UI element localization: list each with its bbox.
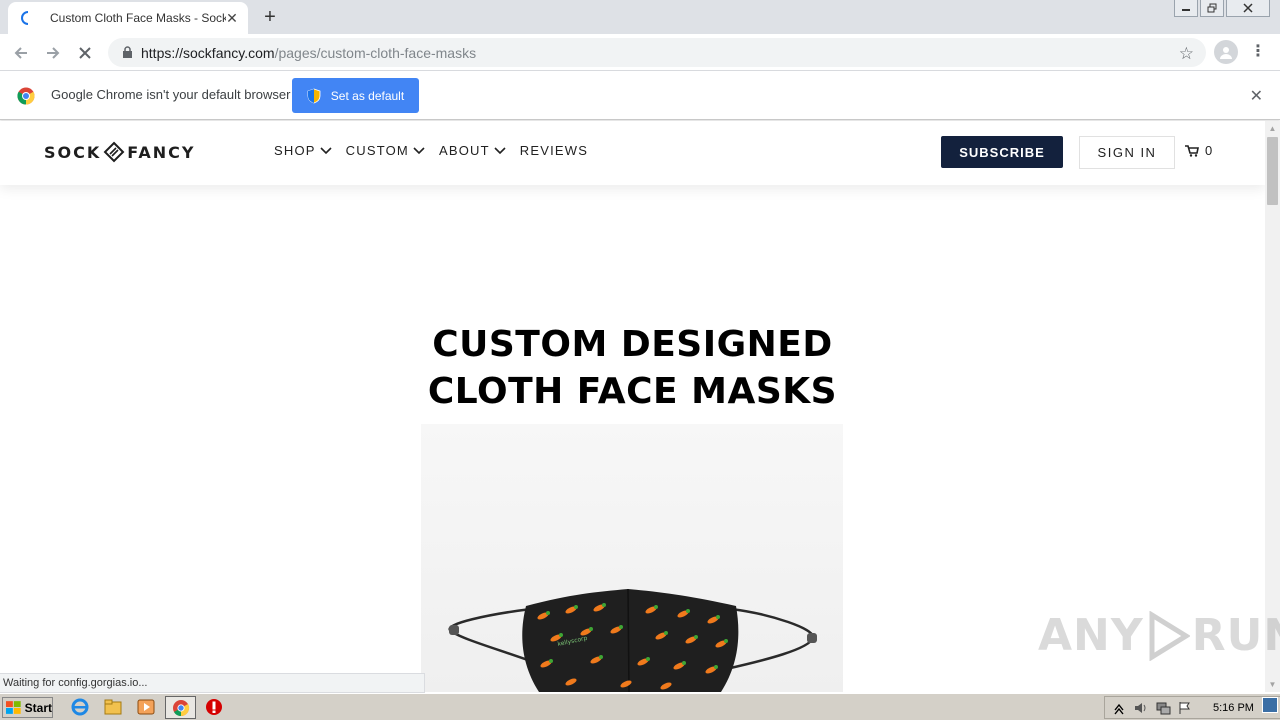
- tab-title: Custom Cloth Face Masks - Sock Fancy: [50, 11, 226, 25]
- shield-icon: [307, 88, 321, 103]
- page-viewport: SOCK FANCY SHOP CUSTOM ABOUT REVIEWS SUB…: [0, 121, 1265, 692]
- infobar-message: Google Chrome isn't your default browser: [51, 87, 291, 102]
- page-title-line2: CLOTH FACE MASKS: [427, 371, 838, 412]
- url-path: /pages/custom-cloth-face-masks: [274, 44, 477, 61]
- face-mask-product-image: kellyscorp: [421, 424, 843, 692]
- window-controls: [1174, 0, 1270, 18]
- status-bubble: Waiting for config.gorgias.io...: [0, 673, 425, 693]
- main-nav: SHOP CUSTOM ABOUT REVIEWS: [274, 143, 588, 158]
- play-logo-icon: [1149, 610, 1190, 661]
- subscribe-button[interactable]: SUBSCRIBE: [941, 136, 1063, 168]
- watermark-text-left: ANY: [1038, 610, 1144, 661]
- restore-button[interactable]: [1200, 0, 1224, 17]
- chrome-logo-icon: [17, 87, 35, 105]
- nav-custom-label: CUSTOM: [345, 143, 409, 158]
- page-scrollbar[interactable]: ▲ ▼: [1265, 121, 1280, 692]
- minimize-button[interactable]: [1174, 0, 1198, 17]
- system-tray: 5:16 PM: [1104, 696, 1280, 719]
- show-hidden-icons-icon[interactable]: [1111, 701, 1127, 715]
- url-text: https://sockfancy.com/pages/custom-cloth…: [141, 45, 476, 61]
- show-desktop-button[interactable]: [1262, 697, 1278, 713]
- default-browser-infobar: Google Chrome isn't your default browser…: [0, 71, 1280, 120]
- cart-icon: [1185, 144, 1199, 157]
- page-title: CUSTOM DESIGNED CLOTH FACE MASKS: [0, 321, 1265, 415]
- taskbar-clock[interactable]: 5:16 PM: [1213, 702, 1254, 714]
- sock-fancy-logo[interactable]: SOCK FANCY: [44, 141, 195, 163]
- profile-avatar-icon[interactable]: [1214, 40, 1238, 64]
- windows-taskbar: Start 5:16 PM: [0, 693, 1280, 720]
- cart-count: 0: [1205, 143, 1213, 158]
- start-label: Start: [24, 700, 52, 715]
- media-player-icon[interactable]: [137, 698, 155, 716]
- page-title-line1: CUSTOM DESIGNED: [432, 324, 833, 365]
- address-bar[interactable]: https://sockfancy.com/pages/custom-cloth…: [108, 38, 1206, 67]
- lock-icon[interactable]: [120, 46, 134, 60]
- action-center-flag-icon[interactable]: [1177, 701, 1193, 715]
- stop-sign-icon[interactable]: [205, 698, 223, 716]
- tab-close-icon[interactable]: ✕: [224, 10, 240, 26]
- chevron-down-icon: [413, 146, 425, 154]
- windows-flag-icon: [6, 700, 21, 714]
- nav-shop-label: SHOP: [274, 143, 316, 158]
- volume-icon[interactable]: [1133, 701, 1149, 715]
- scroll-up-arrow-icon[interactable]: ▲: [1265, 121, 1280, 136]
- bookmark-star-icon[interactable]: ☆: [1179, 44, 1194, 64]
- browser-toolbar: https://sockfancy.com/pages/custom-cloth…: [0, 34, 1280, 71]
- cart-link[interactable]: 0: [1185, 143, 1212, 158]
- chrome-taskbar-button[interactable]: [165, 696, 196, 719]
- chrome-icon: [173, 700, 190, 717]
- network-icon[interactable]: [1155, 701, 1171, 715]
- nav-reviews-label: REVIEWS: [519, 143, 589, 158]
- nav-about[interactable]: ABOUT: [439, 143, 506, 158]
- menu-kebab-icon[interactable]: ⋮: [1250, 42, 1266, 64]
- internet-explorer-icon[interactable]: [71, 698, 89, 716]
- chevron-down-icon: [320, 146, 332, 154]
- nav-custom[interactable]: CUSTOM: [346, 143, 425, 158]
- tab-strip: Custom Cloth Face Masks - Sock Fancy ✕ +: [0, 0, 1280, 34]
- file-explorer-icon[interactable]: [104, 698, 122, 716]
- set-as-default-label: Set as default: [330, 88, 405, 103]
- loading-spinner-icon: [20, 10, 36, 26]
- close-window-button[interactable]: [1226, 0, 1270, 17]
- sign-in-button[interactable]: SIGN IN: [1079, 136, 1175, 169]
- set-as-default-button[interactable]: Set as default: [292, 78, 419, 113]
- logo-text-right: FANCY: [127, 142, 196, 162]
- scroll-thumb[interactable]: [1267, 137, 1278, 205]
- site-header: SOCK FANCY SHOP CUSTOM ABOUT REVIEWS SUB…: [0, 121, 1265, 185]
- start-button[interactable]: Start: [2, 697, 53, 718]
- scroll-down-arrow-icon[interactable]: ▼: [1265, 677, 1280, 692]
- nav-reviews[interactable]: REVIEWS: [520, 143, 588, 158]
- forward-button[interactable]: [41, 41, 65, 65]
- new-tab-button[interactable]: +: [258, 6, 282, 28]
- browser-tab[interactable]: Custom Cloth Face Masks - Sock Fancy ✕: [8, 2, 248, 34]
- url-host: https://sockfancy.com: [141, 44, 275, 61]
- back-button[interactable]: [9, 41, 33, 65]
- chevron-down-icon: [494, 146, 506, 154]
- logo-diamond-icon: [103, 141, 125, 163]
- watermark-text-right: RUN: [1191, 610, 1280, 661]
- infobar-close-icon[interactable]: ✕: [1250, 86, 1263, 106]
- anyrun-watermark: ANY RUN: [1038, 610, 1280, 661]
- nav-about-label: ABOUT: [438, 143, 490, 158]
- stop-loading-button[interactable]: [73, 41, 97, 65]
- logo-text-left: SOCK: [44, 142, 102, 162]
- nav-shop[interactable]: SHOP: [274, 143, 332, 158]
